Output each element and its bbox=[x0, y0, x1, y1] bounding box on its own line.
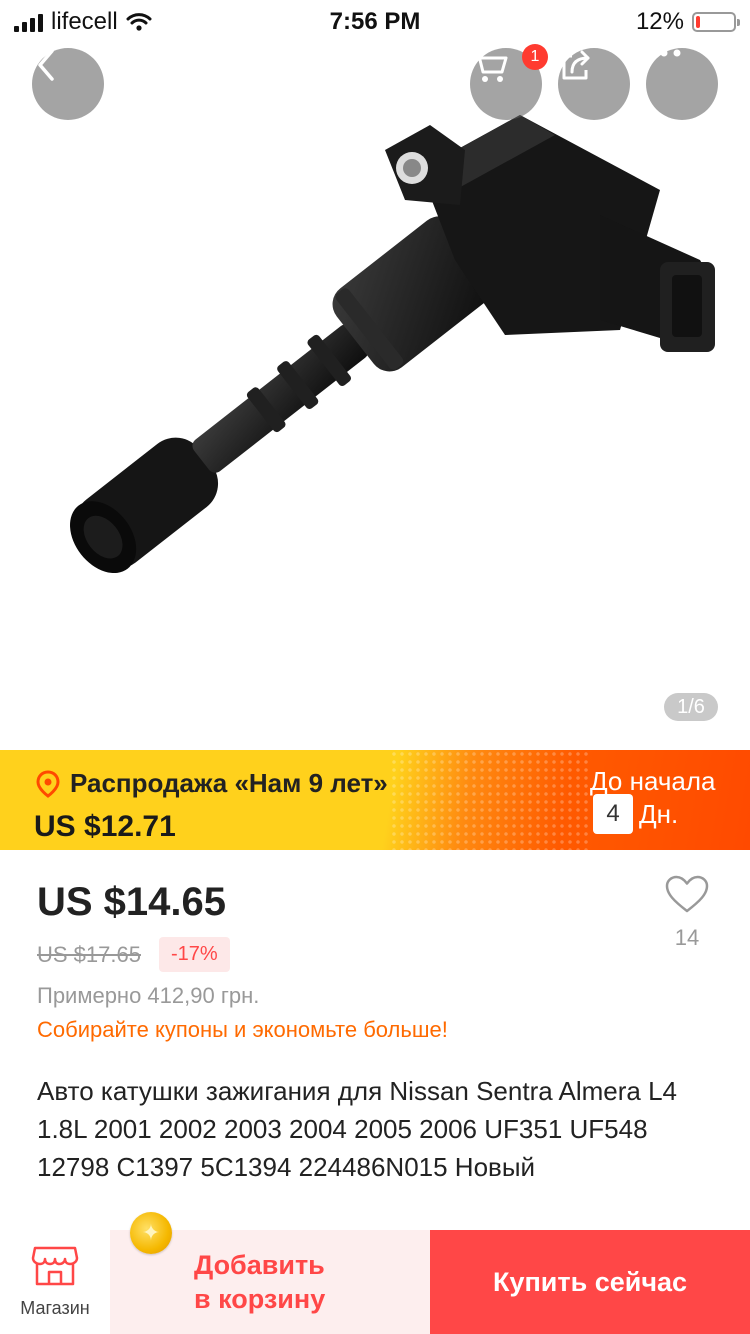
image-counter: 1/6 bbox=[664, 693, 718, 721]
coupon-promo-link[interactable]: Собирайте купоны и экономьте больше! bbox=[37, 1017, 448, 1043]
banner-pattern bbox=[390, 750, 590, 850]
share-icon bbox=[562, 50, 590, 80]
location-pin-icon bbox=[36, 769, 60, 798]
add-to-cart-line2: в корзину bbox=[194, 1284, 326, 1314]
countdown-label: До начала bbox=[590, 766, 716, 796]
product-price: US $14.65 bbox=[37, 880, 227, 924]
product-title: Авто катушки зажигания для Nissan Sentra… bbox=[37, 1076, 677, 1182]
discount-badge: -17% bbox=[158, 937, 230, 972]
wishlist-count: 14 bbox=[674, 925, 700, 950]
sale-price: US $12.71 bbox=[34, 810, 176, 843]
battery-percent: 12% bbox=[635, 8, 684, 35]
countdown-days: 4 bbox=[593, 794, 633, 834]
countdown: 4 Дн. bbox=[593, 794, 678, 834]
cart-button[interactable]: 1 bbox=[470, 44, 548, 120]
shop-button[interactable]: Магазин bbox=[0, 1230, 110, 1334]
sale-title: Распродажа «Нам 9 лет» bbox=[70, 768, 388, 798]
add-to-cart-line1: Добавить bbox=[194, 1250, 325, 1280]
cart-icon bbox=[470, 50, 508, 82]
countdown-days-unit: Дн. bbox=[639, 798, 679, 829]
wishlist-button[interactable]: 14 bbox=[660, 874, 714, 951]
approx-local-price: Примерно 412,90 грн. bbox=[37, 983, 260, 1008]
battery-icon bbox=[692, 12, 740, 32]
shop-label: Магазин bbox=[20, 1298, 90, 1318]
heart-icon bbox=[665, 875, 709, 913]
more-button[interactable] bbox=[646, 48, 718, 120]
status-bar: lifecell 7:56 PM 12% bbox=[0, 0, 750, 42]
product-image[interactable]: 1 1/6 bbox=[0, 0, 750, 750]
sale-banner[interactable]: Распродажа «Нам 9 лет» US $12.71 До нача… bbox=[0, 750, 750, 850]
original-price: US $17.65 bbox=[37, 941, 141, 967]
back-button[interactable] bbox=[32, 48, 104, 120]
cart-count-badge: 1 bbox=[522, 44, 548, 70]
coin-icon[interactable]: ✦ bbox=[130, 1212, 172, 1254]
share-button[interactable] bbox=[558, 48, 630, 120]
ignition-coil-image bbox=[70, 115, 715, 574]
buy-now-button[interactable]: Купить сейчас bbox=[430, 1230, 750, 1334]
chevron-left-icon bbox=[38, 49, 54, 81]
bottom-action-bar: Магазин Добавить в корзину Купить сейчас bbox=[0, 1230, 750, 1334]
more-icon bbox=[647, 49, 681, 57]
store-icon bbox=[31, 1246, 79, 1286]
